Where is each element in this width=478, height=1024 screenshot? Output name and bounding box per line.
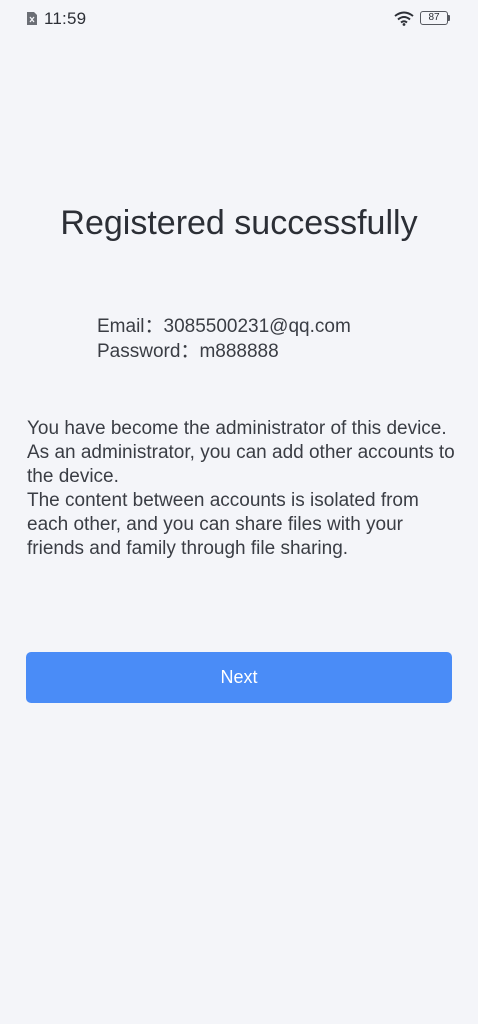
password-label: Password： (97, 341, 200, 362)
status-bar: 11:59 87 (0, 0, 478, 38)
email-value: 3085500231@qq.com (163, 316, 351, 337)
sim-icon (27, 12, 37, 25)
description-text: You have become the administrator of thi… (27, 417, 457, 561)
next-button[interactable]: Next (26, 652, 452, 703)
credentials-block: Email：3085500231@qq.com Password：m888888 (97, 314, 351, 364)
status-time: 11:59 (44, 9, 87, 28)
battery-icon: 87 (420, 11, 450, 25)
email-label: Email： (97, 316, 164, 337)
description-paragraph-1: You have become the administrator of thi… (27, 418, 455, 487)
email-line: Email：3085500231@qq.com (97, 314, 351, 339)
battery-percent: 87 (428, 12, 440, 23)
battery-tip (448, 15, 450, 21)
page-title: Registered successfully (60, 204, 418, 242)
password-line: Password：m888888 (97, 339, 351, 364)
password-value: m888888 (199, 341, 279, 362)
wifi-icon (394, 11, 414, 26)
description-paragraph-2: The content between accounts is isolated… (27, 490, 419, 559)
